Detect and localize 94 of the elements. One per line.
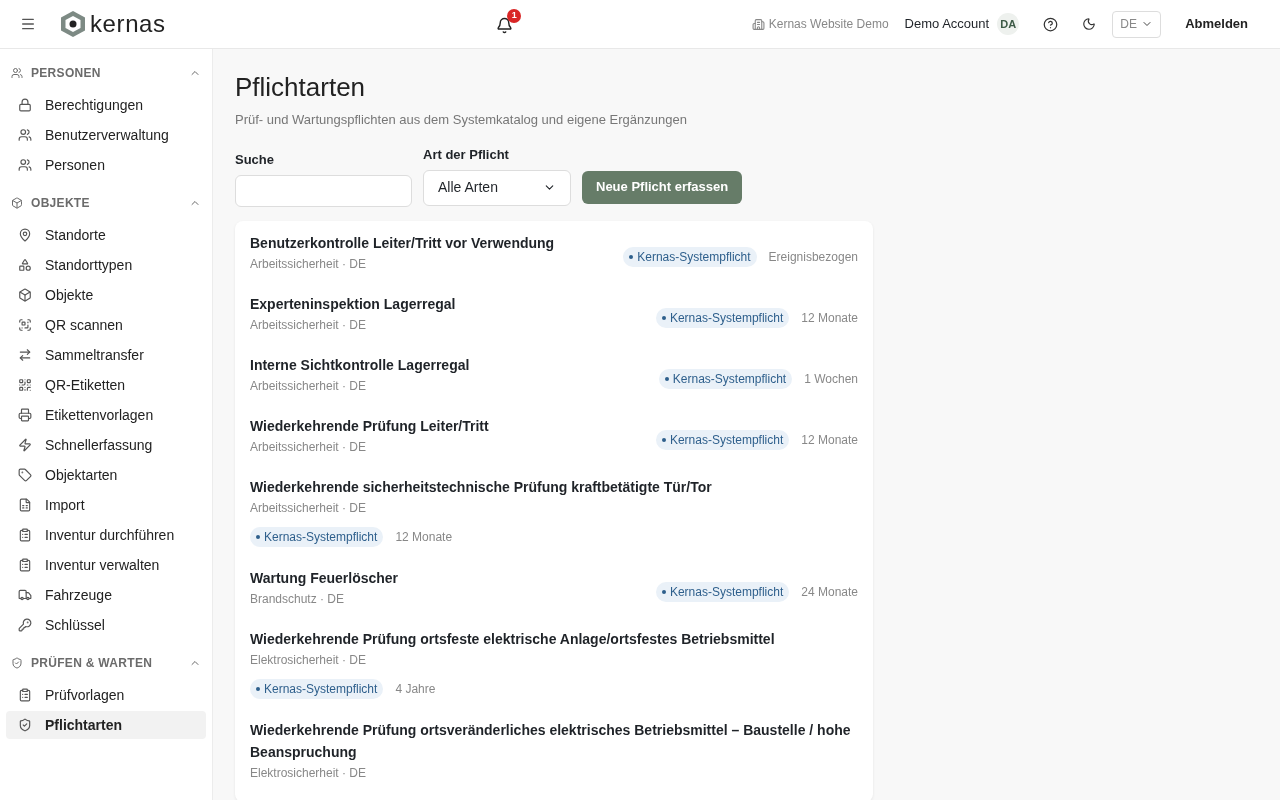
sidebar-item[interactable]: Sammeltransfer: [6, 341, 206, 369]
system-duty-badge: Kernas-Systempflicht: [658, 369, 793, 389]
box-icon: [18, 288, 32, 302]
page-subtitle: Prüf- und Wartungspflichten aus dem Systemkatalog und eigene Ergänzungen: [235, 110, 688, 129]
duty-title[interactable]: Wiederkehrende Prüfung ortsveränderliches elektrisches Betriebsmittel – Baustelle / hohe Beanspruchung: [250, 718, 858, 763]
duty-meta: Arbeitssicherheit · DE: [250, 255, 368, 273]
lightning-icon: [18, 438, 32, 452]
tag-icon: [18, 468, 32, 482]
system-duty-badge: Kernas-Systempflicht: [623, 247, 757, 267]
duty-interval: Ereignisbezogen: [768, 249, 858, 266]
sidebar-item[interactable]: Benutzerverwaltung: [6, 121, 206, 149]
duty-interval: 12 Monate: [801, 310, 858, 327]
sidebar-item[interactable]: Prüfvorlagen: [6, 681, 206, 709]
type-filter-select[interactable]: Alle Arten: [423, 169, 571, 206]
system-duty-badge: Kernas-Systempflicht: [655, 308, 790, 328]
sidebar-item[interactable]: Objekte: [6, 281, 206, 309]
shapes-icon: [18, 258, 32, 272]
sidebar-item[interactable]: Fahrzeuge: [6, 581, 206, 609]
system-duty-badge: Kernas-Systempflicht: [655, 582, 790, 602]
duty-interval: 12 Monate: [801, 432, 858, 449]
map-pin-icon: [18, 228, 32, 242]
sidebar-item[interactable]: Standorttypen: [6, 251, 206, 279]
type-filter-label: Art der Pflicht: [423, 146, 510, 164]
duty-meta: Arbeitssicherheit · DE: [250, 316, 368, 334]
lock-icon: [18, 98, 32, 112]
sidebar-item[interactable]: Personen: [6, 151, 206, 179]
duty-title[interactable]: Interne Sichtkontrolle Lagerregal: [250, 353, 470, 376]
duty-meta: Arbeitssicherheit · DE: [250, 438, 368, 456]
scan-icon: [18, 318, 32, 332]
duty-title[interactable]: Experteninspektion Lagerregal: [250, 292, 456, 315]
duty-interval: 12 Monate: [395, 528, 453, 546]
notifications-button[interactable]: 1: [496, 8, 522, 34]
system-duty-badge: Kernas-Systempflicht: [250, 526, 384, 547]
new-duty-button[interactable]: Neue Pflicht erfassen: [582, 170, 743, 204]
sidebar-item[interactable]: Schnellerfassung: [6, 431, 206, 459]
logout-button[interactable]: Abmelden: [1185, 14, 1248, 34]
account-name: Demo Account: [904, 15, 990, 34]
sidebar-item[interactable]: Objektarten: [6, 461, 206, 489]
dark-mode-button[interactable]: [1082, 17, 1097, 31]
notification-count-badge: 1: [507, 8, 522, 23]
users-icon: [11, 67, 23, 79]
users-icon: [18, 128, 32, 142]
sidebar-item[interactable]: Pflichtarten: [6, 711, 206, 739]
truck-icon: [18, 588, 32, 602]
logo-wordmark: kernas: [90, 12, 166, 36]
menu-button[interactable]: [20, 16, 36, 32]
key-icon: [18, 618, 32, 632]
sidebar-item[interactable]: QR-Etiketten: [6, 371, 206, 399]
shield-icon: [18, 718, 32, 732]
tenant-name: Kernas Website Demo: [768, 16, 889, 33]
sidebar-item[interactable]: QR scannen: [6, 311, 206, 339]
sidebar-item[interactable]: Import: [6, 491, 206, 519]
duty-meta: Arbeitssicherheit · DE: [250, 377, 368, 395]
duty-interval: 24 Monate: [801, 584, 858, 601]
sidebar-section-header[interactable]: OBJEKTE: [6, 187, 206, 219]
duty-title[interactable]: Wartung Feuerlöscher: [250, 566, 399, 589]
system-duty-badge: Kernas-Systempflicht: [250, 678, 384, 699]
sidebar-item[interactable]: Etikettenvorlagen: [6, 401, 206, 429]
system-duty-badge: Kernas-Systempflicht: [655, 430, 790, 450]
duty-interval: 1 Wochen: [804, 371, 858, 388]
shield-icon: [11, 657, 23, 669]
arrows-icon: [18, 348, 32, 362]
sidebar-item[interactable]: Schlüssel: [6, 611, 206, 639]
sidebar-item[interactable]: Standorte: [6, 221, 206, 249]
search-field[interactable]: [235, 174, 412, 207]
clipboard-icon: [18, 688, 32, 702]
search-label: Suche: [235, 151, 275, 169]
sidebar-item[interactable]: Inventur durchführen: [6, 521, 206, 549]
sidebar-section-header[interactable]: PERSONEN: [6, 57, 206, 89]
users-icon: [18, 158, 32, 172]
sidebar-item[interactable]: Berechtigungen: [6, 91, 206, 119]
spreadsheet-icon: [18, 498, 32, 512]
duty-title[interactable]: Wiederkehrende sicherheitstechnische Prüfung kraftbetätigte Tür/Tor: [250, 475, 712, 498]
page-title: Pflichtarten: [235, 71, 367, 104]
logo-icon: [60, 10, 86, 38]
duty-meta: Elektrosicherheit · DE: [250, 651, 368, 669]
help-button[interactable]: [1043, 16, 1059, 32]
printer-icon: [18, 408, 32, 422]
box-icon: [11, 197, 23, 209]
duty-title[interactable]: Benutzerkontrolle Leiter/Tritt vor Verwendung: [250, 231, 555, 254]
clipboard-icon: [18, 528, 32, 542]
qr-code-icon: [18, 378, 32, 392]
duty-meta: Brandschutz · DE: [250, 590, 346, 608]
clipboard-icon: [18, 558, 32, 572]
sidebar-section-header[interactable]: PRÜFEN & WARTEN: [6, 647, 206, 679]
building-icon: [751, 17, 765, 31]
sidebar-item[interactable]: Inventur verwalten: [6, 551, 206, 579]
duty-meta: Arbeitssicherheit · DE: [250, 499, 368, 517]
language-select[interactable]: DE: [1112, 10, 1162, 38]
duty-interval: 4 Jahre: [395, 680, 436, 698]
duty-title[interactable]: Wiederkehrende Prüfung Leiter/Tritt: [250, 414, 489, 437]
duty-title[interactable]: Wiederkehrende Prüfung ortsfeste elektrische Anlage/ortsfestes Betriebsmittel: [250, 627, 775, 650]
avatar[interactable]: DA: [997, 13, 1020, 35]
duty-meta: Elektrosicherheit · DE: [250, 764, 368, 782]
